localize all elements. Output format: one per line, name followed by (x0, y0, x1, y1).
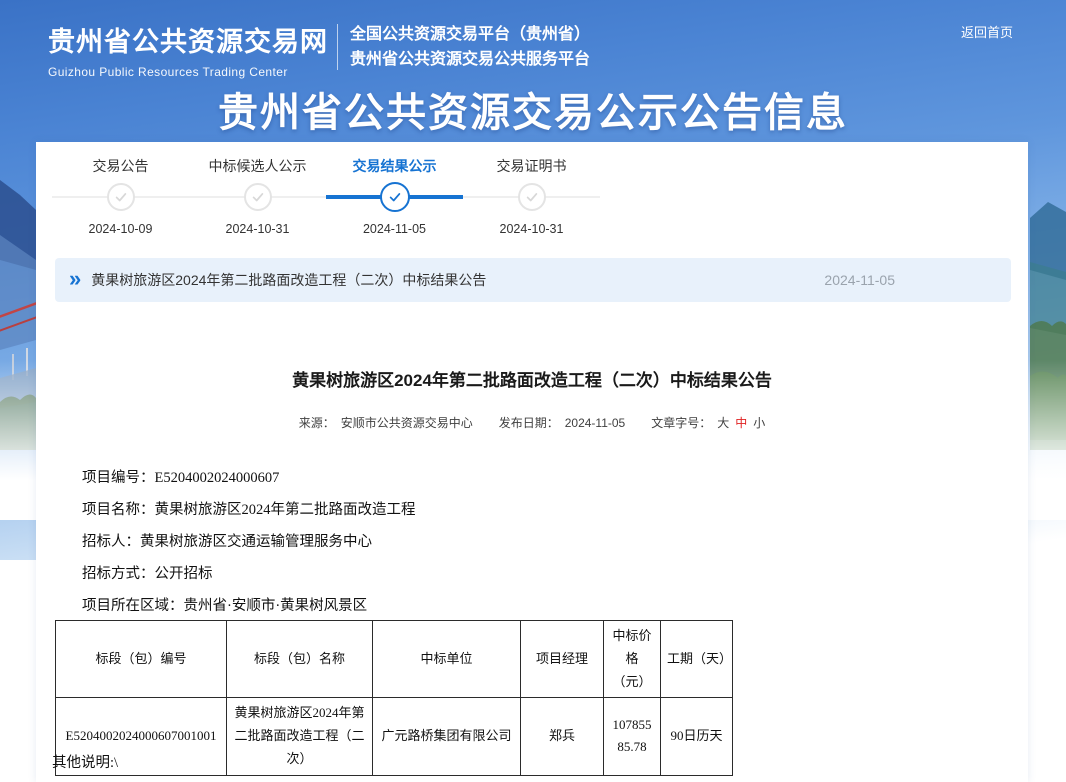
notice-row[interactable]: » 黄果树旅游区2024年第二批路面改造工程（二次）中标结果公告 2024-11… (55, 258, 1011, 302)
table-row: E5204002024000607001001 黄果树旅游区2024年第二批路面… (56, 698, 733, 775)
publish-date-label: 发布日期： (499, 416, 559, 430)
step-trade-certificate[interactable]: 交易证明书 2024-10-31 (463, 154, 600, 236)
table-header-row: 标段（包）编号 标段（包）名称 中标单位 项目经理 中标价格（元） 工期（天） (56, 621, 733, 698)
step-check-circle (518, 183, 546, 211)
fontsize-small-link[interactable]: 小 (753, 416, 765, 430)
other-note: 其他说明:\ (52, 751, 118, 772)
check-icon (525, 190, 539, 204)
cell-winning-price: 10785585.78 (604, 698, 661, 775)
notice-date: 2024-11-05 (824, 272, 895, 288)
col-section-name: 标段（包）名称 (227, 621, 373, 698)
check-icon (114, 190, 128, 204)
cell-duration: 90日历天 (661, 698, 733, 775)
publish-date-value: 2024-11-05 (565, 416, 626, 430)
step-date: 2024-11-05 (326, 222, 463, 236)
field-tender-method: 招标方式：公开招标 (82, 558, 416, 590)
step-track (463, 178, 600, 216)
check-icon (251, 190, 265, 204)
step-label: 中标候选人公示 (189, 154, 326, 178)
cell-section-name: 黄果树旅游区2024年第二批路面改造工程（二次） (227, 698, 373, 775)
step-label: 交易公告 (52, 154, 189, 178)
col-duration: 工期（天） (661, 621, 733, 698)
col-section-number: 标段（包）编号 (56, 621, 227, 698)
site-name-english: Guizhou Public Resources Trading Center (48, 65, 328, 79)
article-meta: 来源： 安顺市公共资源交易中心 发布日期： 2024-11-05 文章字号： 大中小 (36, 414, 1028, 431)
col-project-manager: 项目经理 (521, 621, 604, 698)
platform-line-1: 全国公共资源交易平台（贵州省） (350, 22, 590, 47)
step-track (52, 178, 189, 216)
field-project-number: 项目编号：E5204002024000607 (82, 462, 416, 494)
field-tenderer: 招标人：黄果树旅游区交通运输管理服务中心 (82, 526, 416, 558)
process-stepper: 交易公告 2024-10-09 中标候选人公示 2024-10-31 (52, 154, 600, 236)
step-label: 交易证明书 (463, 154, 600, 178)
fontsize-large-link[interactable]: 大 (717, 416, 729, 430)
site-name: 贵州省公共资源交易网 (48, 20, 328, 59)
step-date: 2024-10-09 (52, 222, 189, 236)
notice-title: 黄果树旅游区2024年第二批路面改造工程（二次）中标结果公告 (91, 270, 486, 290)
fontsize-label: 文章字号： (651, 416, 711, 430)
platform-names: 全国公共资源交易平台（贵州省） 贵州省公共资源交易公共服务平台 (350, 22, 590, 72)
step-track (189, 178, 326, 216)
page-title: 贵州省公共资源交易公示公告信息 (0, 80, 1066, 138)
step-label: 交易结果公示 (326, 154, 463, 178)
step-date: 2024-10-31 (189, 222, 326, 236)
step-winning-candidate-publicity[interactable]: 中标候选人公示 2024-10-31 (189, 154, 326, 236)
back-home-link[interactable]: 返回首页 (961, 22, 1013, 41)
col-winning-bidder: 中标单位 (373, 621, 521, 698)
platform-line-2: 贵州省公共资源交易公共服务平台 (350, 47, 590, 72)
site-logo[interactable]: 贵州省公共资源交易网 Guizhou Public Resources Trad… (48, 20, 328, 79)
project-fields: 项目编号：E5204002024000607 项目名称：黄果树旅游区2024年第… (82, 462, 416, 622)
result-table: 标段（包）编号 标段（包）名称 中标单位 项目经理 中标价格（元） 工期（天） … (55, 620, 733, 776)
step-check-circle (244, 183, 272, 211)
check-icon (388, 190, 402, 204)
step-trade-announcement[interactable]: 交易公告 2024-10-09 (52, 154, 189, 236)
source-label: 来源： (299, 416, 335, 430)
field-project-region: 项目所在区域：贵州省·安顺市·黄果树风景区 (82, 590, 416, 622)
col-winning-price: 中标价格（元） (604, 621, 661, 698)
page: 贵州省公共资源交易网 Guizhou Public Resources Trad… (0, 0, 1066, 782)
source-value: 安顺市公共资源交易中心 (341, 416, 473, 430)
step-track (326, 178, 463, 216)
double-chevron-icon: » (69, 268, 81, 290)
field-project-name: 项目名称：黄果树旅游区2024年第二批路面改造工程 (82, 494, 416, 526)
header-divider (337, 24, 338, 70)
article-title: 黄果树旅游区2024年第二批路面改造工程（二次）中标结果公告 (36, 366, 1028, 391)
step-check-circle (380, 182, 410, 212)
step-trade-result-publicity[interactable]: 交易结果公示 2024-11-05 (326, 154, 463, 236)
cell-winning-bidder: 广元路桥集团有限公司 (373, 698, 521, 775)
step-date: 2024-10-31 (463, 222, 600, 236)
content-card: 交易公告 2024-10-09 中标候选人公示 2024-10-31 (36, 142, 1028, 782)
fontsize-medium-link[interactable]: 中 (735, 416, 747, 430)
cell-project-manager: 郑兵 (521, 698, 604, 775)
step-check-circle (107, 183, 135, 211)
